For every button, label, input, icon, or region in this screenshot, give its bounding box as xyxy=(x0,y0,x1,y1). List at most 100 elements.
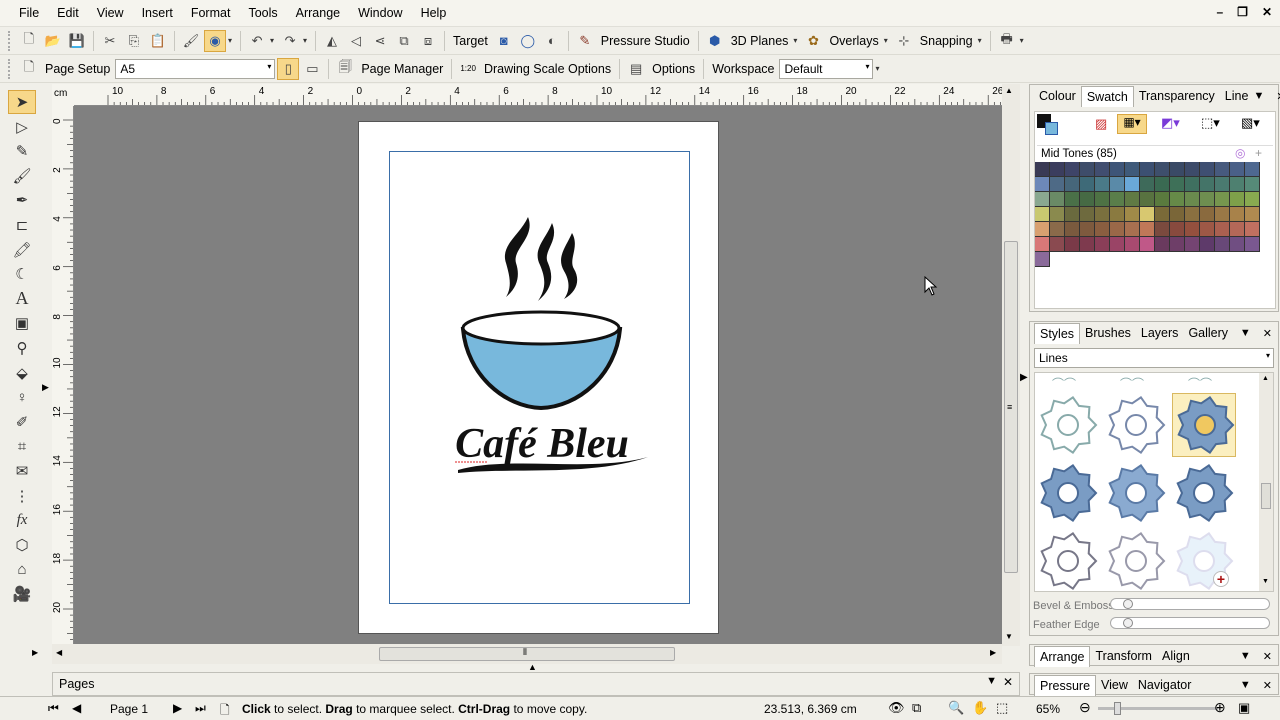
tab-brushes[interactable]: Brushes xyxy=(1080,323,1136,343)
swatch-cell[interactable] xyxy=(1065,162,1080,177)
transparency-tool-icon[interactable]: ♀ xyxy=(8,385,36,409)
new-document-icon[interactable]: 🗋 xyxy=(18,30,40,52)
panel-menu-icon[interactable]: ▼ xyxy=(1253,90,1264,103)
snap-status-icon[interactable]: ⧉ xyxy=(912,700,921,716)
chevron-down-icon[interactable]: ▾ xyxy=(228,36,232,45)
swatch-cell[interactable] xyxy=(1125,162,1140,177)
swatch-cell[interactable] xyxy=(1170,222,1185,237)
color-model-icon[interactable]: ◩▾ xyxy=(1161,115,1180,131)
format-painter-icon[interactable]: 🖌 xyxy=(180,30,202,52)
swatch-cell[interactable] xyxy=(1110,162,1125,177)
feather-edge-slider[interactable] xyxy=(1110,617,1270,629)
toolbar-grip[interactable] xyxy=(8,30,12,51)
snapping-button[interactable]: Snapping xyxy=(917,34,976,48)
swatch-cell[interactable] xyxy=(1095,207,1110,222)
cut-icon[interactable]: ✂ xyxy=(99,30,121,52)
cafe-logo[interactable]: Café Bleu xyxy=(440,205,655,477)
swatch-cell[interactable] xyxy=(1185,162,1200,177)
ruler-unit[interactable]: cm xyxy=(52,84,74,106)
tab-pressure[interactable]: Pressure xyxy=(1034,674,1097,696)
panel-menu-icon[interactable]: ▼ xyxy=(1240,650,1251,663)
tools-collapse-icon[interactable]: ▶ xyxy=(42,382,49,393)
swatch-cell[interactable] xyxy=(1245,162,1260,177)
pen-tool-icon[interactable]: ✒ xyxy=(8,188,36,212)
print-icon[interactable]: 🖶 xyxy=(996,30,1018,52)
swatch-cell[interactable] xyxy=(1095,192,1110,207)
restore-icon[interactable]: ❐ xyxy=(1237,5,1248,19)
fit-page-icon[interactable]: ▣ xyxy=(1238,700,1250,716)
options-button[interactable]: Options xyxy=(649,62,698,76)
pressure-studio-button[interactable]: Pressure Studio xyxy=(598,34,693,48)
zoom-value[interactable]: 65% xyxy=(1036,702,1060,716)
swatch-cell[interactable] xyxy=(1155,192,1170,207)
swatch-cell[interactable] xyxy=(1170,162,1185,177)
swatch-cell[interactable] xyxy=(1230,192,1245,207)
add-swatch-icon[interactable]: + xyxy=(1255,146,1262,160)
swatch-cell[interactable] xyxy=(1035,192,1050,207)
tab-line[interactable]: Line xyxy=(1220,86,1254,106)
swatch-cell[interactable] xyxy=(1035,252,1050,267)
next-page-icon[interactable]: ▶ xyxy=(173,701,182,715)
bevel-emboss-slider[interactable] xyxy=(1110,598,1270,610)
color-wheel-icon[interactable]: ◎ xyxy=(1235,146,1245,160)
swatch-cell[interactable] xyxy=(1080,177,1095,192)
page-manager-button[interactable]: Page Manager xyxy=(358,62,446,76)
toolbar-overflow-icon[interactable]: ▾ xyxy=(1020,36,1024,45)
zoom-slider-thumb[interactable] xyxy=(1114,702,1121,715)
swatch-cell[interactable] xyxy=(1110,222,1125,237)
scroll-right-icon[interactable]: ▶ xyxy=(990,648,996,657)
swatch-cell[interactable] xyxy=(1125,237,1140,252)
close-panel-icon[interactable]: ✕ xyxy=(1263,679,1272,692)
swatch-cell[interactable] xyxy=(1140,207,1155,222)
tab-transparency[interactable]: Transparency xyxy=(1134,86,1220,106)
color-status-icon[interactable]: ⬚ xyxy=(996,700,1008,716)
checker-icon[interactable]: ⬚▾ xyxy=(1201,115,1220,131)
swatch-cell[interactable] xyxy=(1230,222,1245,237)
swatch-cell[interactable] xyxy=(1215,207,1230,222)
swatch-cell[interactable] xyxy=(1245,222,1260,237)
zoom-in-icon[interactable]: ⊕ xyxy=(1214,699,1226,716)
paste-icon[interactable]: 📋 xyxy=(147,30,169,52)
menu-window[interactable]: Window xyxy=(349,0,411,27)
swatch-cell[interactable] xyxy=(1245,207,1260,222)
node-tool-icon[interactable]: ▷ xyxy=(8,115,36,139)
swatch-cell[interactable] xyxy=(1200,237,1215,252)
swatch-cell[interactable] xyxy=(1125,192,1140,207)
tools-expand-icon[interactable]: ▶ xyxy=(32,648,38,657)
overlays-icon[interactable]: ✿ xyxy=(802,30,824,52)
target-label[interactable]: Target xyxy=(450,34,491,48)
vertical-ruler[interactable]: 0 2 4 6 8 10 12 14 16 18 20 xyxy=(52,106,74,644)
menu-insert[interactable]: Insert xyxy=(133,0,182,27)
close-panel-icon[interactable]: ✕ xyxy=(1263,327,1272,340)
swatch-cell[interactable] xyxy=(1110,237,1125,252)
add-style-icon[interactable]: + xyxy=(1213,571,1229,587)
tab-swatch[interactable]: Swatch xyxy=(1080,85,1134,107)
3d-planes-button[interactable]: 3D Planes xyxy=(728,34,792,48)
swatch-cell[interactable] xyxy=(1095,162,1110,177)
swatch-cell[interactable] xyxy=(1170,177,1185,192)
selector-tool-icon[interactable]: ➤ xyxy=(8,90,36,114)
drawing-scale-icon[interactable]: 1:20 xyxy=(457,64,479,73)
swatch-cell[interactable] xyxy=(1215,192,1230,207)
camera-tool-icon[interactable]: 🎥 xyxy=(8,582,36,606)
tab-navigator[interactable]: Navigator xyxy=(1133,675,1197,695)
swatch-cell[interactable] xyxy=(1140,177,1155,192)
swatch-cell[interactable] xyxy=(1185,192,1200,207)
tab-layers[interactable]: Layers xyxy=(1136,323,1184,343)
close-panel-icon[interactable]: ✕ xyxy=(1276,90,1280,103)
copy-icon[interactable]: ⎘ xyxy=(123,30,145,52)
gear-style-thumbnail[interactable] xyxy=(1104,393,1168,457)
swatch-cell[interactable] xyxy=(1050,207,1065,222)
group-icon[interactable]: ⧉ xyxy=(393,30,415,52)
swatch-cell[interactable] xyxy=(1230,207,1245,222)
fill-tool-icon[interactable]: ⬙ xyxy=(8,361,36,385)
zoom-slider[interactable] xyxy=(1098,702,1218,715)
tab-transform[interactable]: Transform xyxy=(1090,646,1157,666)
house-tool-icon[interactable]: ⌂ xyxy=(8,557,36,581)
hatch-icon[interactable]: ▧▾ xyxy=(1241,115,1260,131)
swatch-cell[interactable] xyxy=(1200,192,1215,207)
target-ring-icon[interactable]: ◯ xyxy=(517,30,539,52)
minimize-icon[interactable]: – xyxy=(1216,5,1223,19)
fill-line-indicator[interactable] xyxy=(1037,114,1059,136)
zoom-out-icon[interactable]: ⊖ xyxy=(1079,699,1091,716)
